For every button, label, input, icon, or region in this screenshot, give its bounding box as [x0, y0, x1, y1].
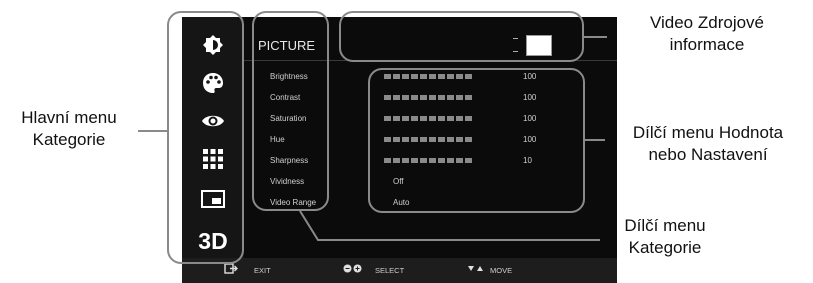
- annotation-line: nebo Nastavení: [648, 145, 768, 164]
- annotation-line: Video Zdrojové: [649, 13, 765, 32]
- annotation-line: Kategorie: [32, 130, 106, 149]
- annotation-line: Kategorie: [628, 238, 702, 257]
- annotation-line: Dílčí menu Hodnota: [632, 123, 784, 142]
- source-info-annotation: Video Zdrojové informace: [607, 12, 807, 56]
- annotation-line: informace: [669, 35, 745, 54]
- main-menu-annotation: Hlavní menu Kategorie: [0, 107, 138, 151]
- sub-category-annotation: Dílčí menu Kategorie: [600, 215, 730, 259]
- annotation-line: Hlavní menu: [21, 108, 117, 127]
- value-menu-annotation: Dílčí menu Hodnota nebo Nastavení: [605, 122, 811, 166]
- annotation-line: Dílčí menu: [624, 216, 706, 235]
